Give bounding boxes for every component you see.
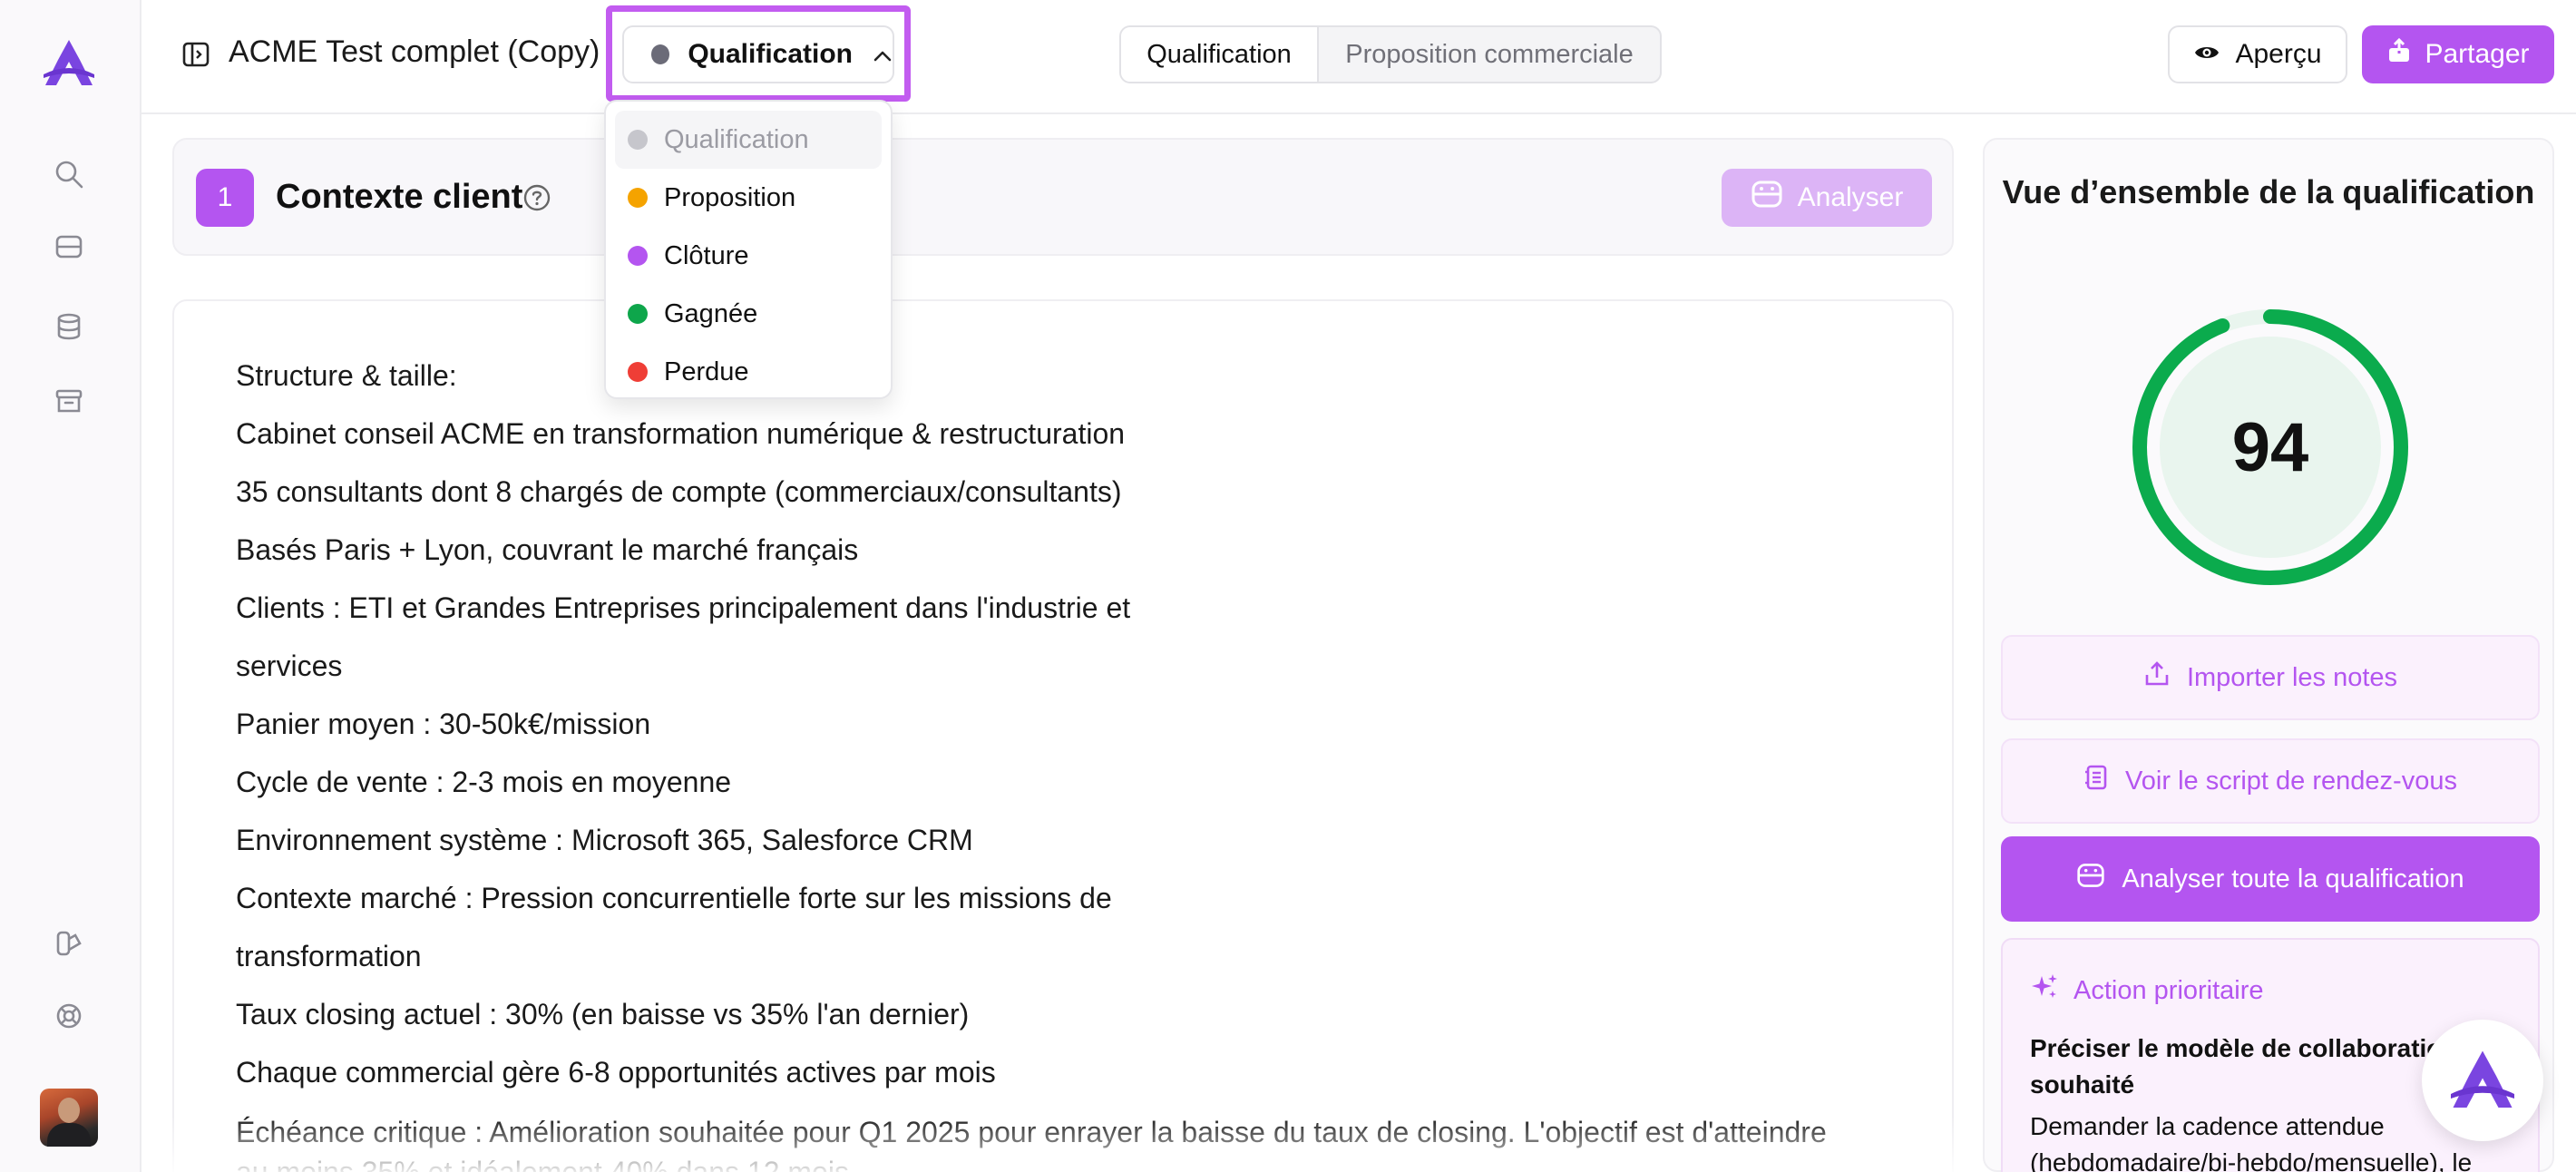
section-title: Contexte client [276, 178, 523, 216]
note-line: Chaque commercial gère 6-8 opportunités … [236, 1056, 996, 1089]
priority-heading: Action prioritaire [2030, 972, 2264, 1009]
score-value: 94 [2231, 408, 2309, 486]
upload-icon [2143, 660, 2171, 695]
note-line: Structure & taille: [236, 359, 457, 392]
eye-icon [2193, 39, 2220, 70]
note-line: 35 consultants dont 8 chargés de compte … [236, 475, 1122, 508]
document-title[interactable]: ACME Test complet (Copy) [229, 34, 600, 70]
inbox-icon[interactable] [51, 229, 87, 265]
section-header: 1 Contexte client Analyser [172, 138, 1954, 256]
database-icon[interactable] [51, 308, 87, 345]
preview-button[interactable]: Aperçu [2168, 25, 2347, 83]
status-option-proposition[interactable]: Proposition [615, 169, 882, 227]
status-label: Qualification [688, 39, 853, 69]
status-option-label: Gagnée [664, 298, 758, 328]
preview-label: Aperçu [2235, 39, 2322, 69]
user-avatar[interactable] [40, 1089, 98, 1147]
top-header: ACME Test complet (Copy) Qualification Q… [141, 0, 2576, 114]
assistant-fab-icon[interactable] [2422, 1020, 2543, 1141]
status-dot-icon [628, 246, 648, 266]
sparkles-icon [2030, 972, 2059, 1009]
avatar-head [58, 1098, 80, 1123]
note-line: services [236, 649, 343, 682]
status-dropdown-menu: Qualification Proposition Clôture Gagnée… [604, 100, 893, 399]
note-line: Cabinet conseil ACME en transformation n… [236, 417, 1126, 450]
section-number-badge: 1 [196, 169, 254, 227]
import-notes-button[interactable]: Importer les notes [2001, 635, 2540, 720]
overview-title: Vue d’ensemble de la qualification [2002, 173, 2535, 210]
note-line: Cycle de vente : 2-3 mois en moyenne [236, 766, 732, 798]
app-logo-icon[interactable] [40, 38, 98, 89]
analyze-section-button[interactable]: Analyser [1722, 169, 1932, 227]
note-line: Panier moyen : 30-50k€/mission [236, 708, 651, 740]
status-option-label: Qualification [664, 124, 809, 154]
status-option-label: Perdue [664, 356, 749, 386]
robot-icon [1751, 178, 1783, 218]
note-line: transformation [236, 940, 422, 972]
note-line: Environnement système : Microsoft 365, S… [236, 824, 973, 856]
score-gauge: 94 [2126, 303, 2415, 591]
status-dot-icon [628, 304, 648, 324]
chevron-up-icon [873, 39, 893, 70]
status-dot-icon [628, 130, 648, 150]
view-script-label: Voir le script de rendez-vous [2125, 766, 2457, 796]
status-option-qualification[interactable]: Qualification [615, 111, 882, 169]
share-icon [2386, 37, 2412, 71]
sidebar-toggle-icon[interactable] [181, 40, 210, 69]
notes-editor[interactable]: Structure & taille: Cabinet conseil ACME… [172, 299, 1954, 1172]
qualification-overview-panel: Vue d’ensemble de la qualification 94 Im… [1983, 138, 2554, 1172]
share-label: Partager [2425, 39, 2530, 69]
status-dot-icon [628, 362, 648, 382]
status-option-gagnee[interactable]: Gagnée [615, 285, 882, 343]
status-option-label: Proposition [664, 182, 796, 212]
robot-icon [2076, 861, 2105, 897]
share-button[interactable]: Partager [2362, 25, 2554, 83]
left-sidebar [0, 0, 141, 1172]
notebook-icon [2083, 764, 2109, 798]
view-script-button[interactable]: Voir le script de rendez-vous [2001, 738, 2540, 824]
import-notes-label: Importer les notes [2186, 662, 2398, 692]
tab-qualification[interactable]: Qualification [1121, 27, 1319, 82]
analyze-all-label: Analyser toute la qualification [2122, 864, 2464, 894]
archive-icon[interactable] [51, 383, 87, 419]
view-tabs: Qualification Proposition commerciale [1119, 25, 1662, 83]
analyze-all-button[interactable]: Analyser toute la qualification [2001, 836, 2540, 922]
status-dropdown-button[interactable]: Qualification [622, 25, 894, 83]
help-circle-icon[interactable] [522, 183, 551, 212]
status-option-perdue[interactable]: Perdue [615, 343, 882, 401]
palette-icon[interactable] [51, 925, 87, 962]
note-line: Échéance critique : Amélioration souhait… [236, 1116, 1827, 1172]
status-option-label: Clôture [664, 240, 749, 270]
status-dot-icon [651, 44, 670, 64]
avatar-body [47, 1123, 91, 1147]
note-line: Clients : ETI et Grandes Entreprises pri… [236, 591, 1131, 624]
notes-content[interactable]: Structure & taille: Cabinet conseil ACME… [236, 357, 1923, 1172]
search-icon[interactable] [51, 156, 87, 192]
analyze-label: Analyser [1797, 182, 1904, 212]
note-line: Taux closing actuel : 30% (en baisse vs … [236, 998, 970, 1030]
note-line: Contexte marché : Pression concurrentiel… [236, 882, 1112, 914]
support-icon[interactable] [51, 998, 87, 1034]
status-option-cloture[interactable]: Clôture [615, 227, 882, 285]
note-line: Basés Paris + Lyon, couvrant le marché f… [236, 533, 859, 566]
tab-proposition-commerciale[interactable]: Proposition commerciale [1319, 27, 1660, 82]
priority-heading-label: Action prioritaire [2073, 975, 2264, 1005]
status-dot-icon [628, 188, 648, 208]
